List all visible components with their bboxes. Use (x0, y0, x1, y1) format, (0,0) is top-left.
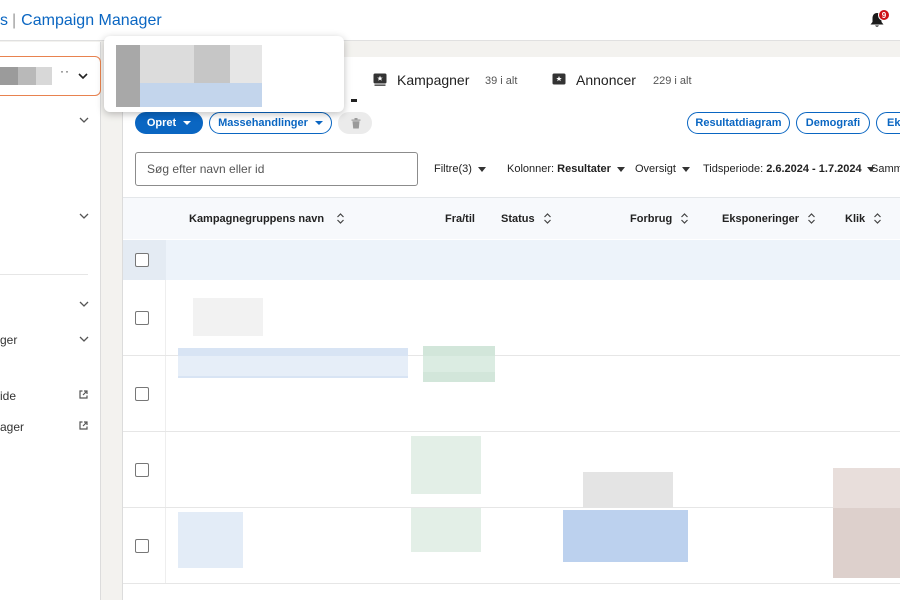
bulk-actions-label: Massehandlinger (218, 117, 308, 129)
ad-icon (552, 73, 566, 85)
create-label: Opret (146, 117, 177, 129)
column-label: Eksponeringer (722, 213, 800, 225)
top-bar: s | Campaign Manager 9 (0, 0, 900, 41)
table-row[interactable] (123, 432, 900, 508)
table-summary-row (123, 240, 900, 280)
sidebar-item-manager[interactable]: ger (0, 333, 17, 347)
date-range-dropdown[interactable]: Tidsperiode: 2.6.2024 - 1.7.2024 (703, 163, 875, 175)
blurred-content (116, 45, 140, 107)
account-select[interactable]: ·· (0, 56, 101, 96)
columns-dropdown[interactable]: Kolonner: Resultater (507, 163, 625, 175)
sidebar-item-guide[interactable]: ide (0, 389, 16, 403)
active-tab-indicator (351, 99, 357, 102)
blurred-content (140, 83, 262, 107)
brand-title[interactable]: s | Campaign Manager (0, 12, 162, 30)
tab-label: Kampagner (397, 72, 470, 88)
blurred-content (583, 472, 673, 508)
external-link-icon[interactable] (78, 389, 89, 400)
create-button[interactable]: Opret (135, 112, 203, 134)
notification-badge: 9 (878, 9, 890, 21)
account-popover[interactable] (104, 36, 344, 112)
row-checkbox[interactable] (135, 387, 149, 401)
external-link-icon[interactable] (78, 420, 89, 431)
filters-label: Filtre(3) (434, 163, 472, 175)
account-name-blurred (0, 67, 52, 85)
sidebar-item-help-manager[interactable]: ager (0, 420, 24, 434)
blurred-content (230, 45, 262, 83)
column-header-status[interactable]: Status (501, 213, 552, 225)
caret-down-icon (681, 166, 690, 172)
column-label: Klik (845, 213, 866, 225)
trash-icon (351, 118, 361, 129)
caret-down-icon (477, 166, 486, 172)
campaign-icon (373, 73, 387, 86)
filters-dropdown[interactable]: Filtre(3) (434, 163, 486, 175)
tab-count: 39 i alt (485, 75, 518, 87)
column-label: Status (501, 213, 535, 225)
blurred-content (178, 356, 408, 376)
caret-down-icon (183, 121, 192, 126)
account-masked-text: ·· (60, 64, 70, 78)
chevron-down-icon[interactable] (78, 114, 90, 126)
blurred-content (423, 356, 495, 372)
overview-dropdown[interactable]: Oversigt (635, 163, 690, 175)
row-checkbox[interactable] (135, 311, 149, 325)
blurred-content (833, 508, 900, 578)
brand-prefix: s (0, 12, 8, 29)
column-header-impressions[interactable]: Eksponeringer (722, 213, 816, 225)
blurred-content (833, 468, 900, 508)
blurred-content (411, 436, 481, 494)
blurred-content (194, 45, 230, 83)
blurred-content (140, 45, 194, 83)
chevron-down-icon[interactable] (78, 298, 90, 310)
blurred-content (563, 510, 688, 562)
column-header-dates[interactable]: Fra/til (445, 213, 475, 225)
overview-label: Oversigt (635, 163, 676, 175)
blurred-content (193, 298, 263, 336)
chevron-down-icon[interactable] (78, 210, 90, 222)
column-header-clicks[interactable]: Klik (845, 213, 882, 225)
sort-icon (681, 213, 689, 224)
result-chart-button[interactable]: Resultatdiagram (687, 112, 790, 134)
main-panel: Kampagner 39 i alt Annoncer 229 i alt Op… (122, 57, 900, 600)
chevron-down-icon[interactable] (78, 333, 90, 345)
sort-icon (808, 213, 815, 224)
row-checkbox[interactable] (135, 539, 149, 553)
column-label: Kampagnegruppens navn (189, 213, 325, 225)
caret-down-icon (616, 166, 625, 172)
blurred-content (411, 508, 481, 552)
sidebar: ·· ger ide ager (0, 42, 101, 600)
table-header: Kampagnegruppens navn Fra/til Status For… (123, 197, 900, 239)
columns-value: Resultater (557, 163, 611, 175)
brand-name: Campaign Manager (21, 12, 162, 29)
column-header-spend[interactable]: Forbrug (630, 213, 689, 225)
blurred-content (178, 512, 243, 568)
compare-dropdown[interactable]: Samme (871, 163, 900, 175)
table-row[interactable] (123, 356, 900, 432)
sort-icon (337, 213, 345, 224)
sort-icon (874, 213, 882, 224)
select-all-checkbox[interactable] (135, 253, 149, 267)
demographics-button[interactable]: Demografi (796, 112, 870, 134)
column-label: Forbrug (630, 213, 673, 225)
caret-down-icon (314, 121, 323, 126)
tab-count: 229 i alt (653, 75, 692, 87)
export-button[interactable]: Eks (876, 112, 900, 134)
column-header-name[interactable]: Kampagnegruppens navn (189, 213, 345, 225)
period-value: 2.6.2024 - 1.7.2024 (766, 163, 862, 175)
tab-label: Annoncer (576, 72, 636, 88)
sort-icon (543, 213, 551, 224)
period-label: Tidsperiode: (703, 163, 764, 175)
chevron-down-icon (78, 73, 88, 80)
columns-label: Kolonner: (507, 163, 555, 175)
row-checkbox[interactable] (135, 463, 149, 477)
table-row[interactable] (123, 280, 900, 382)
bulk-actions-button[interactable]: Massehandlinger (209, 112, 332, 134)
brand-separator: | (12, 12, 17, 29)
delete-button[interactable] (338, 112, 372, 134)
search-input[interactable] (135, 152, 418, 186)
sidebar-divider (0, 274, 88, 275)
table-row[interactable] (123, 508, 900, 584)
